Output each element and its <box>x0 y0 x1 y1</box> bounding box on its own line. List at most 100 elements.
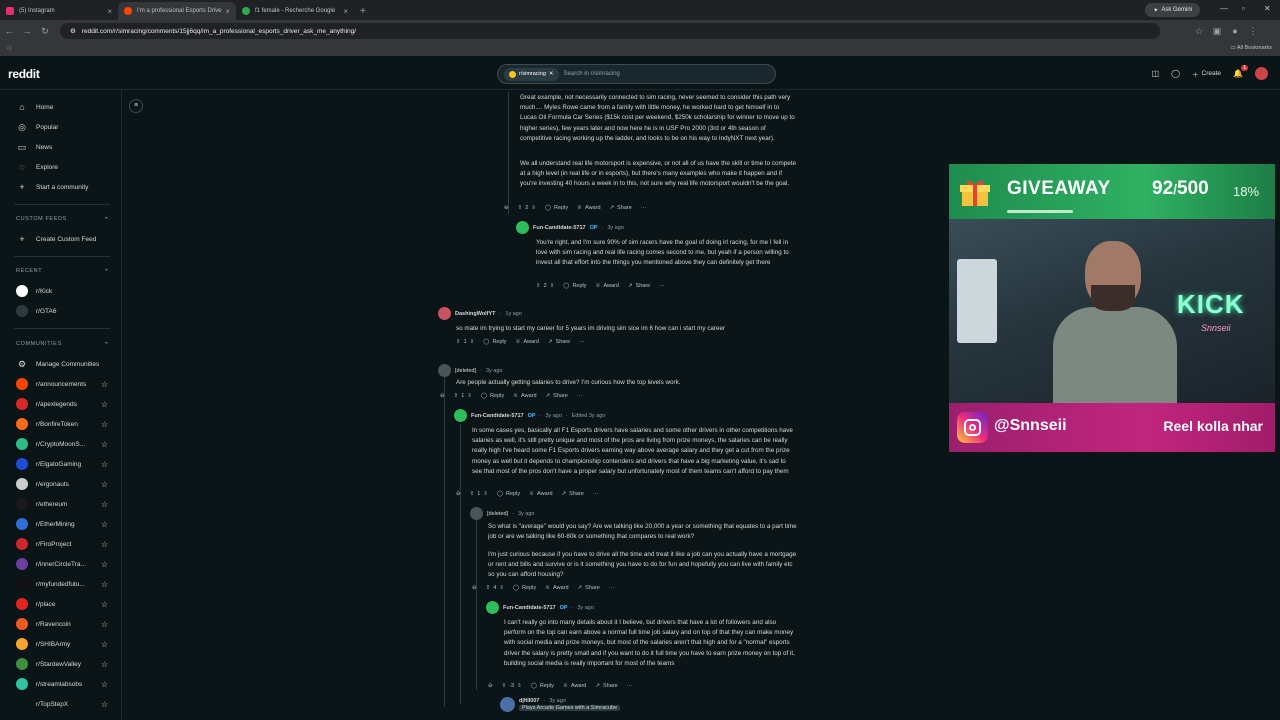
upvote-icon[interactable]: ⇧ <box>456 339 461 345</box>
create-custom-feed[interactable]: + Create Custom Feed <box>16 233 114 245</box>
menu-icon[interactable]: ⋮ <box>1244 26 1262 37</box>
downvote-icon[interactable]: ⇩ <box>467 393 472 399</box>
apps-grid-icon[interactable]: ⁘ <box>6 44 13 53</box>
search-bar[interactable]: r/simracing ✕ Search in r/simracing <box>497 64 776 84</box>
forward-icon[interactable]: → <box>18 26 36 36</box>
advertise-icon[interactable]: ◫ <box>1152 69 1160 78</box>
tab-google[interactable]: f1 female - Recherche Google × <box>236 2 354 20</box>
favorite-star-icon[interactable]: ☆ <box>101 440 108 449</box>
reply-button[interactable]: ◯ Reply <box>513 585 536 591</box>
favorite-star-icon[interactable]: ☆ <box>101 420 108 429</box>
more-options-icon[interactable]: ··· <box>579 339 585 345</box>
sidebar-item-popular[interactable]: ◎ Popular <box>16 121 114 133</box>
downvote-icon[interactable]: ⇩ <box>470 339 475 345</box>
collapse-comment-icon[interactable]: ⊖ <box>456 491 461 497</box>
communities-heading[interactable]: COMMUNITIES ⌃ <box>16 341 110 349</box>
custom-feeds-heading[interactable]: CUSTOM FEEDS ⌃ <box>16 216 110 224</box>
favorite-star-icon[interactable]: ☆ <box>101 460 108 469</box>
favorite-star-icon[interactable]: ☆ <box>101 520 108 529</box>
collapse-comment-icon[interactable]: ⊖ <box>472 585 477 591</box>
sidebar-community-item[interactable]: r/apexlegends ☆ <box>16 398 114 410</box>
address-bar[interactable]: ⚙ reddit.com/r/simracing/comments/15jj6q… <box>60 23 1160 39</box>
recent-heading[interactable]: RECENT ⌃ <box>16 268 110 276</box>
downvote-icon[interactable]: ⇩ <box>517 683 522 689</box>
downvote-icon[interactable]: ⇩ <box>483 491 488 497</box>
new-tab-icon[interactable]: + <box>354 6 372 20</box>
share-button[interactable]: ↗ Share <box>578 585 600 591</box>
avatar[interactable] <box>438 364 451 377</box>
manage-communities[interactable]: ⚙ Manage Communities <box>16 358 114 370</box>
comment-author[interactable]: Fun-Candidate-5717 <box>503 605 556 611</box>
more-options-icon[interactable]: ··· <box>577 393 583 399</box>
reply-button[interactable]: ◯ Reply <box>545 205 568 211</box>
award-button[interactable]: ♕ Award <box>596 283 619 289</box>
sidebar-community-item[interactable]: r/EtherMining ☆ <box>16 518 114 530</box>
profile-icon[interactable]: ● <box>1226 26 1244 36</box>
share-button[interactable]: ↗ Share <box>610 205 632 211</box>
award-button[interactable]: ♕ Award <box>513 393 536 399</box>
sidebar-item-start-a-community[interactable]: + Start a community <box>16 181 114 193</box>
upvote-icon[interactable]: ⇧ <box>486 585 491 591</box>
favorite-star-icon[interactable]: ☆ <box>101 480 108 489</box>
more-options-icon[interactable]: ··· <box>641 205 647 211</box>
upvote-icon[interactable]: ⇧ <box>518 205 523 211</box>
reply-button[interactable]: ◯ Reply <box>563 283 586 289</box>
downvote-icon[interactable]: ⇩ <box>550 283 555 289</box>
favorite-star-icon[interactable]: ☆ <box>101 500 108 509</box>
tab-instagram[interactable]: (5) Instagram × <box>0 2 118 20</box>
award-button[interactable]: ♕ Award <box>577 205 600 211</box>
upvote-icon[interactable]: ⇧ <box>470 491 475 497</box>
sidebar-community-item[interactable]: r/streamlabsobs ☆ <box>16 678 114 690</box>
comment-author[interactable]: DashingWolfYT <box>455 311 496 317</box>
collapse-comment-icon[interactable]: ⊖ <box>504 205 509 211</box>
favorite-star-icon[interactable]: ☆ <box>101 640 108 649</box>
sidebar-community-item[interactable]: r/ergonauts ☆ <box>16 478 114 490</box>
chat-icon[interactable]: ◯ <box>1171 69 1180 78</box>
share-button[interactable]: ↗ Share <box>628 283 650 289</box>
share-button[interactable]: ↗ Share <box>562 491 584 497</box>
sidebar-recent-item[interactable]: r/GTA6 <box>16 305 114 317</box>
favorite-star-icon[interactable]: ☆ <box>101 540 108 549</box>
sidebar-community-item[interactable]: r/StardewValley ☆ <box>16 658 114 670</box>
chip-close-icon[interactable]: ✕ <box>549 71 554 77</box>
reply-button[interactable]: ◯ Reply <box>481 393 504 399</box>
comment-author[interactable]: djfill007 <box>519 698 539 704</box>
avatar[interactable] <box>470 507 483 520</box>
close-tab-icon[interactable]: × <box>343 7 348 16</box>
close-tab-icon[interactable]: × <box>107 7 112 16</box>
sidebar-recent-item[interactable]: r/Kick <box>16 285 114 297</box>
favorite-star-icon[interactable]: ☆ <box>101 600 108 609</box>
favorite-star-icon[interactable]: ☆ <box>101 400 108 409</box>
extensions-icon[interactable]: ▣ <box>1208 26 1226 37</box>
sidebar-community-item[interactable]: r/ElgatoGaming ☆ <box>16 458 114 470</box>
more-options-icon[interactable]: ··· <box>609 585 615 591</box>
sidebar-community-item[interactable]: r/SHIBArmy ☆ <box>16 638 114 650</box>
avatar[interactable] <box>454 409 467 422</box>
maximize-icon[interactable]: ▫ <box>1242 4 1245 13</box>
comment-author[interactable]: Fun-Candidate-5717 <box>533 225 586 231</box>
comment-author[interactable]: Fun-Candidate-5717 <box>471 413 524 419</box>
upvote-icon[interactable]: ⇧ <box>536 283 541 289</box>
upvote-icon[interactable]: ⇧ <box>502 683 507 689</box>
share-button[interactable]: ↗ Share <box>546 393 568 399</box>
favorite-star-icon[interactable]: ☆ <box>101 700 108 709</box>
sidebar-community-item[interactable]: r/place ☆ <box>16 598 114 610</box>
notification-bell-icon[interactable]: 🔔 1 <box>1233 65 1248 78</box>
reload-icon[interactable]: ↻ <box>36 26 54 37</box>
sidebar-community-item[interactable]: r/BonfireToken ☆ <box>16 418 114 430</box>
sidebar-item-news[interactable]: ▭ News <box>16 141 114 153</box>
avatar[interactable] <box>516 221 529 234</box>
back-icon[interactable]: ← <box>0 26 18 36</box>
favorite-star-icon[interactable]: ☆ <box>101 660 108 669</box>
sidebar-community-item[interactable]: r/innerCircleTra... ☆ <box>16 558 114 570</box>
sidebar-item-home[interactable]: ⌂ Home <box>16 101 114 113</box>
tab-reddit[interactable]: I'm a professional Esports Drive × <box>118 2 236 20</box>
reply-button[interactable]: ◯ Reply <box>497 491 520 497</box>
avatar[interactable] <box>486 601 499 614</box>
collapse-comment-icon[interactable]: ⊖ <box>488 683 493 689</box>
share-button[interactable]: ↗ Share <box>595 683 617 689</box>
award-button[interactable]: ♕ Award <box>545 585 568 591</box>
sidebar-community-item[interactable]: r/myfundedfutu... ☆ <box>16 578 114 590</box>
site-info-icon[interactable]: ⚙ <box>70 27 76 35</box>
user-avatar[interactable] <box>1255 67 1268 80</box>
